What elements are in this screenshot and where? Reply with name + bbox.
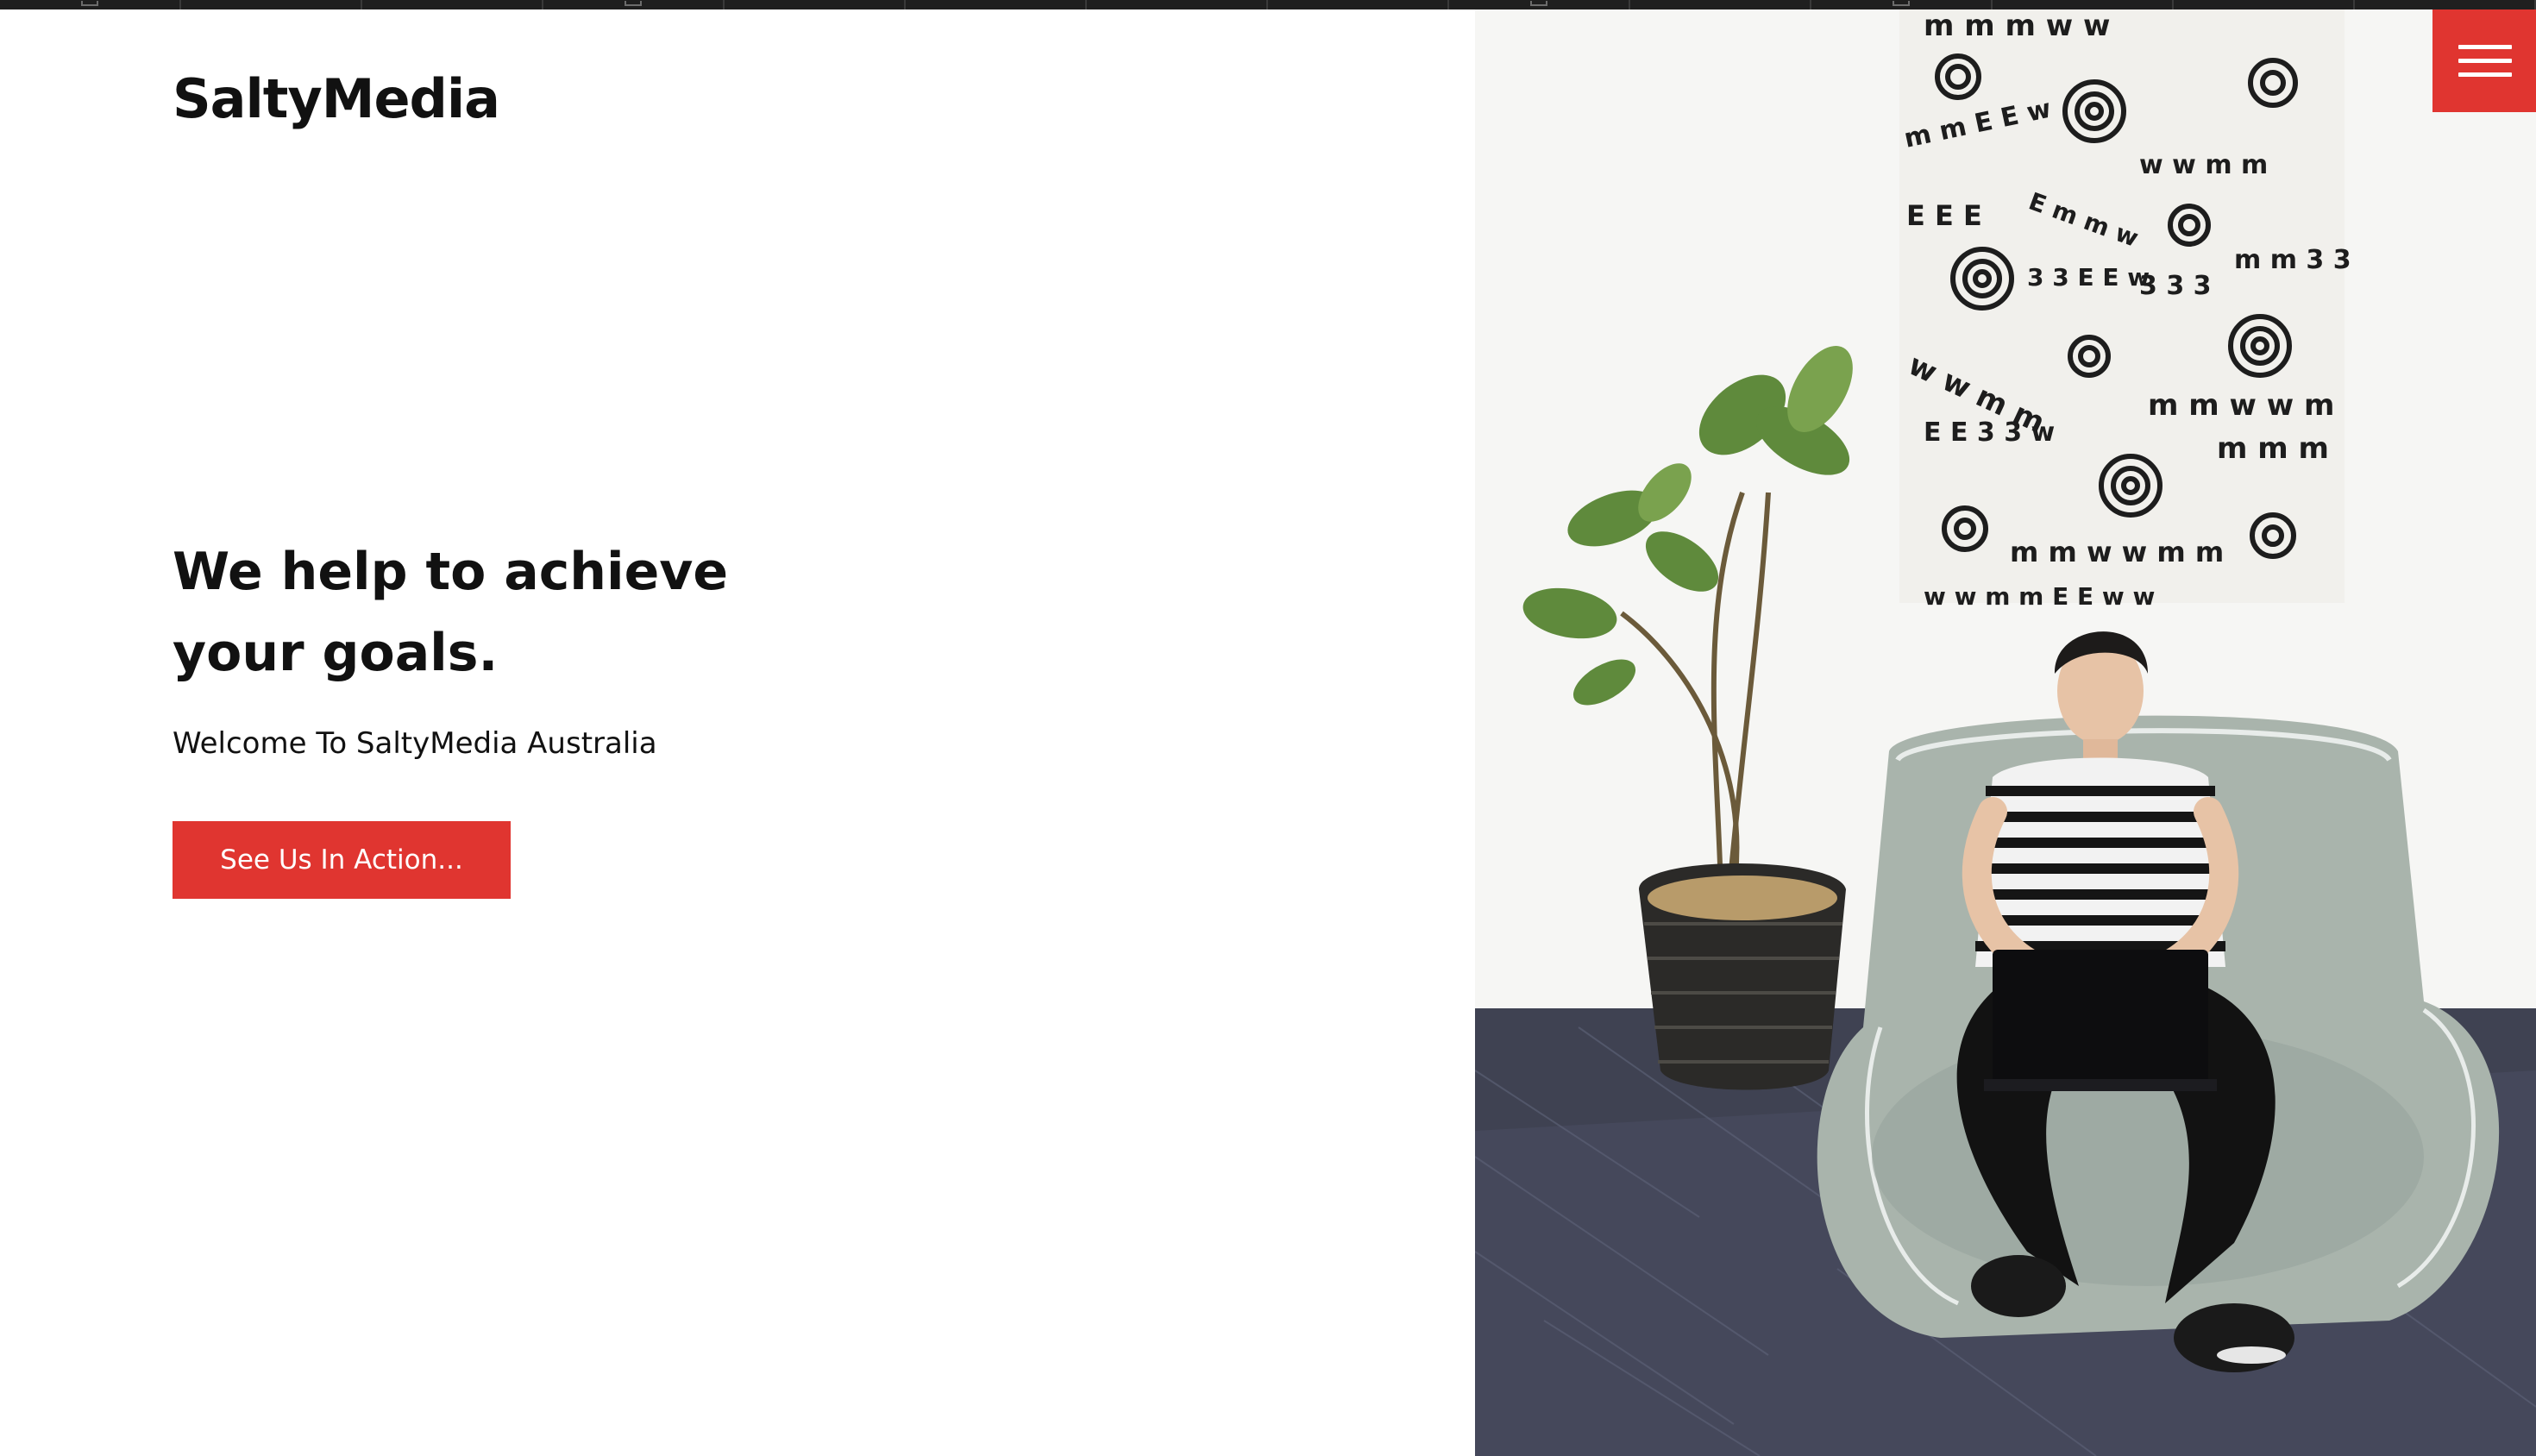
top-strip-segment: [362, 0, 543, 9]
svg-text:3 3 E E w: 3 3 E E w: [2027, 263, 2150, 292]
top-strip-segment: [1449, 0, 1630, 9]
top-strip-segment: [1087, 0, 1268, 9]
page: SaltyMedia We help to achieve your goals…: [0, 0, 2536, 1456]
top-strip: [0, 0, 2536, 9]
svg-text:m m w w m: m m w w m: [2148, 388, 2334, 423]
site-logo[interactable]: SaltyMedia: [173, 67, 500, 130]
svg-text:3 3 3: 3 3 3: [2139, 271, 2212, 301]
svg-text:E E E: E E E: [1906, 199, 1982, 232]
hero-image: m m m w w m m E E w w w m m E m m w E E …: [1475, 9, 2536, 1456]
hero-subheading: Welcome To SaltyMedia Australia: [173, 726, 657, 761]
svg-text:E E 3 3 w: E E 3 3 w: [1924, 417, 2055, 448]
hamburger-icon: [2458, 59, 2512, 63]
top-strip-segment: [2174, 0, 2355, 9]
svg-text:m m m: m m m: [2217, 431, 2329, 466]
top-strip-segment: [1268, 0, 1449, 9]
top-strip-segment: [2355, 0, 2536, 9]
hamburger-icon: [2458, 45, 2512, 49]
wall-hanging: m m m w w m m E E w w w m m E m m w E E …: [1899, 9, 2351, 611]
hero-heading: We help to achieve your goals.: [173, 531, 794, 693]
svg-text:m m 3 3: m m 3 3: [2234, 245, 2351, 275]
top-strip-segment: [181, 0, 362, 9]
top-strip-segment: [725, 0, 906, 9]
hero-heading-line: your goals.: [173, 623, 499, 683]
svg-text:w w m m E E w w: w w m m E E w w: [1924, 582, 2155, 611]
svg-text:m m w w m m: m m w w m m: [2010, 536, 2224, 568]
svg-text:m m m w w: m m m w w: [1924, 9, 2110, 43]
top-strip-segment: [0, 0, 181, 9]
see-us-in-action-button[interactable]: See Us In Action...: [173, 821, 511, 899]
svg-text:w w m m: w w m m: [2139, 150, 2268, 180]
top-strip-segment: [1993, 0, 2174, 9]
top-strip-segment: [543, 0, 725, 9]
top-strip-segment: [1630, 0, 1811, 9]
top-strip-segment: [906, 0, 1087, 9]
hero-heading-line: We help to achieve: [173, 542, 729, 602]
hamburger-menu-button[interactable]: [2432, 9, 2536, 112]
hamburger-icon: [2458, 72, 2512, 77]
top-strip-segment: [1811, 0, 1993, 9]
